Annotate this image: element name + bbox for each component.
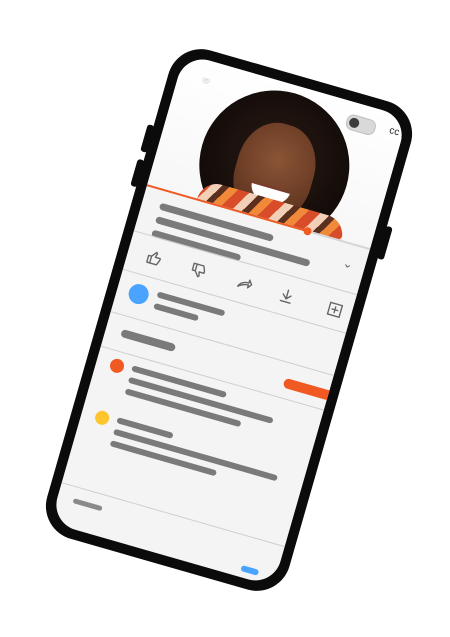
comment-2-text-line-1 [112, 428, 279, 482]
captions-label[interactable]: cc [388, 125, 401, 138]
stage: ⌄ cc ⌄ [0, 0, 450, 637]
comments-header-line [120, 328, 177, 353]
thumbs-down-icon[interactable] [187, 260, 209, 282]
download-icon[interactable] [276, 285, 298, 307]
divider-comment-input [61, 482, 285, 548]
power-button[interactable] [376, 225, 393, 261]
add-to-playlist-icon[interactable] [324, 299, 346, 321]
volume-down-button[interactable] [130, 158, 145, 188]
thumbs-up-icon[interactable] [143, 247, 165, 269]
collapse-player-icon[interactable]: ⌄ [199, 68, 215, 87]
comment-avatar-1[interactable] [108, 357, 126, 375]
autoplay-toggle[interactable] [344, 112, 378, 137]
video-player[interactable]: ⌄ cc [147, 53, 408, 249]
phone: ⌄ cc ⌄ [37, 41, 421, 599]
volume-up-button[interactable] [140, 124, 155, 153]
toggle-knob [348, 116, 361, 130]
comment-avatar-2[interactable] [93, 409, 111, 427]
comment-input-placeholder[interactable] [72, 498, 103, 512]
expand-description-icon[interactable]: ⌄ [341, 256, 355, 272]
share-arrow-icon[interactable] [233, 273, 255, 295]
phone-screen: ⌄ cc ⌄ [50, 53, 408, 587]
post-comment-button[interactable] [240, 565, 260, 576]
channel-avatar[interactable] [126, 281, 152, 307]
